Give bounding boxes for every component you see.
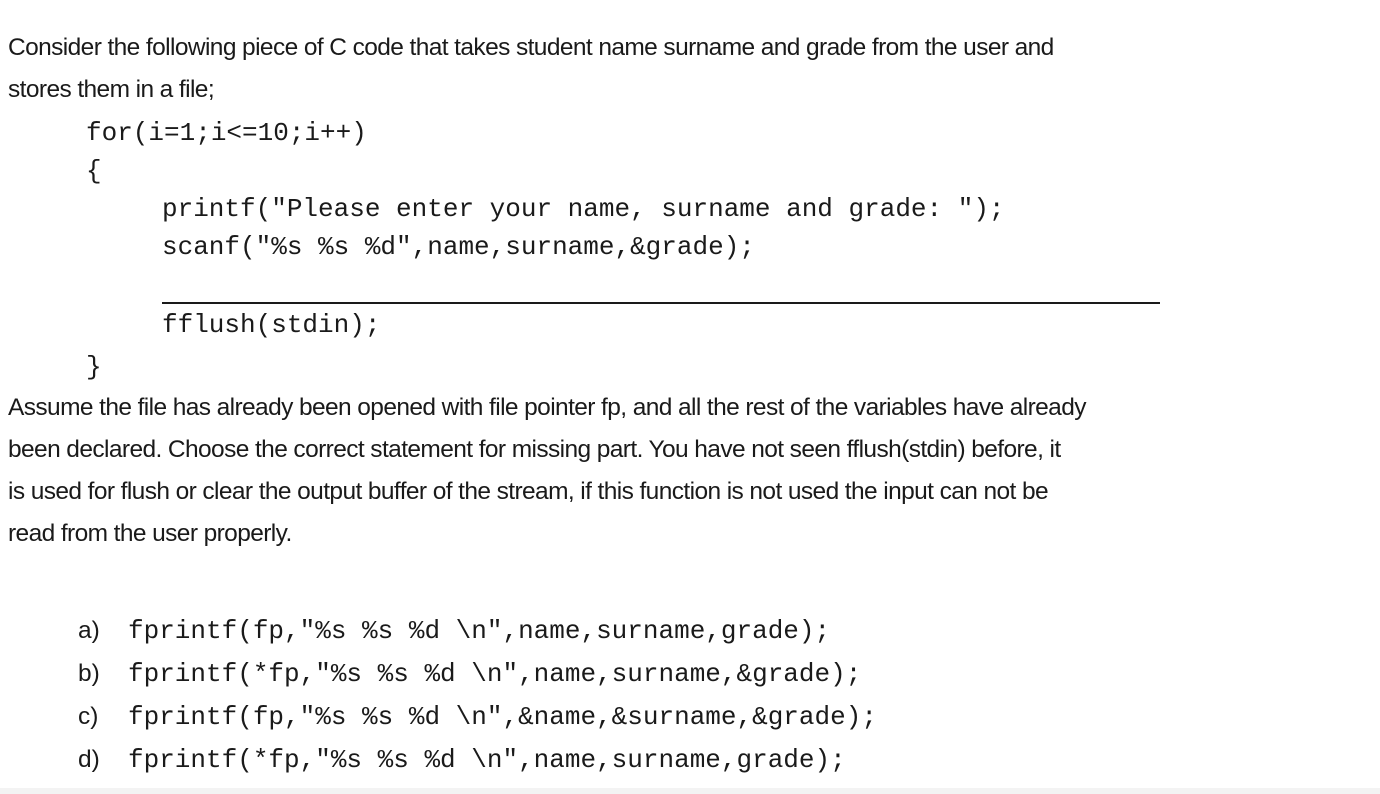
code-printf-line: printf("Please enter your name, surname … (162, 194, 1005, 224)
intro-line-2: stores them in a file; (8, 76, 215, 103)
description-line-1: Assume the file has already been opened … (8, 394, 1086, 421)
description-line-4: read from the user properly. (8, 520, 292, 547)
description-line-3: is used for flush or clear the output bu… (8, 478, 1049, 505)
option-c[interactable]: c) fprintf(fp,"%s %s %d \n",&name,&surnam… (62, 684, 877, 732)
code-close-brace: } (86, 352, 102, 382)
missing-statement-blank (162, 302, 1160, 304)
description-line-2: been declared. Choose the correct statem… (8, 436, 1061, 463)
bottom-border (0, 788, 1380, 794)
code-open-brace: { (86, 156, 102, 186)
option-d[interactable]: d) fprintf(*fp,"%s %s %d \n",name,surname… (62, 727, 846, 775)
option-code: fprintf(*fp,"%s %s %d \n",name,surname,g… (128, 745, 846, 775)
option-a[interactable]: a) fprintf(fp,"%s %s %d \n",name,surname,… (62, 598, 830, 646)
code-scanf-line: scanf("%s %s %d",name,surname,&grade); (162, 232, 755, 262)
code-fflush-line: fflush(stdin); (162, 310, 381, 340)
option-letter: d) (78, 746, 100, 773)
code-for-line: for(i=1;i<=10;i++) (86, 118, 367, 148)
option-b[interactable]: b) fprintf(*fp,"%s %s %d \n",name,surname… (62, 641, 861, 689)
intro-line-1: Consider the following piece of C code t… (8, 34, 1054, 61)
